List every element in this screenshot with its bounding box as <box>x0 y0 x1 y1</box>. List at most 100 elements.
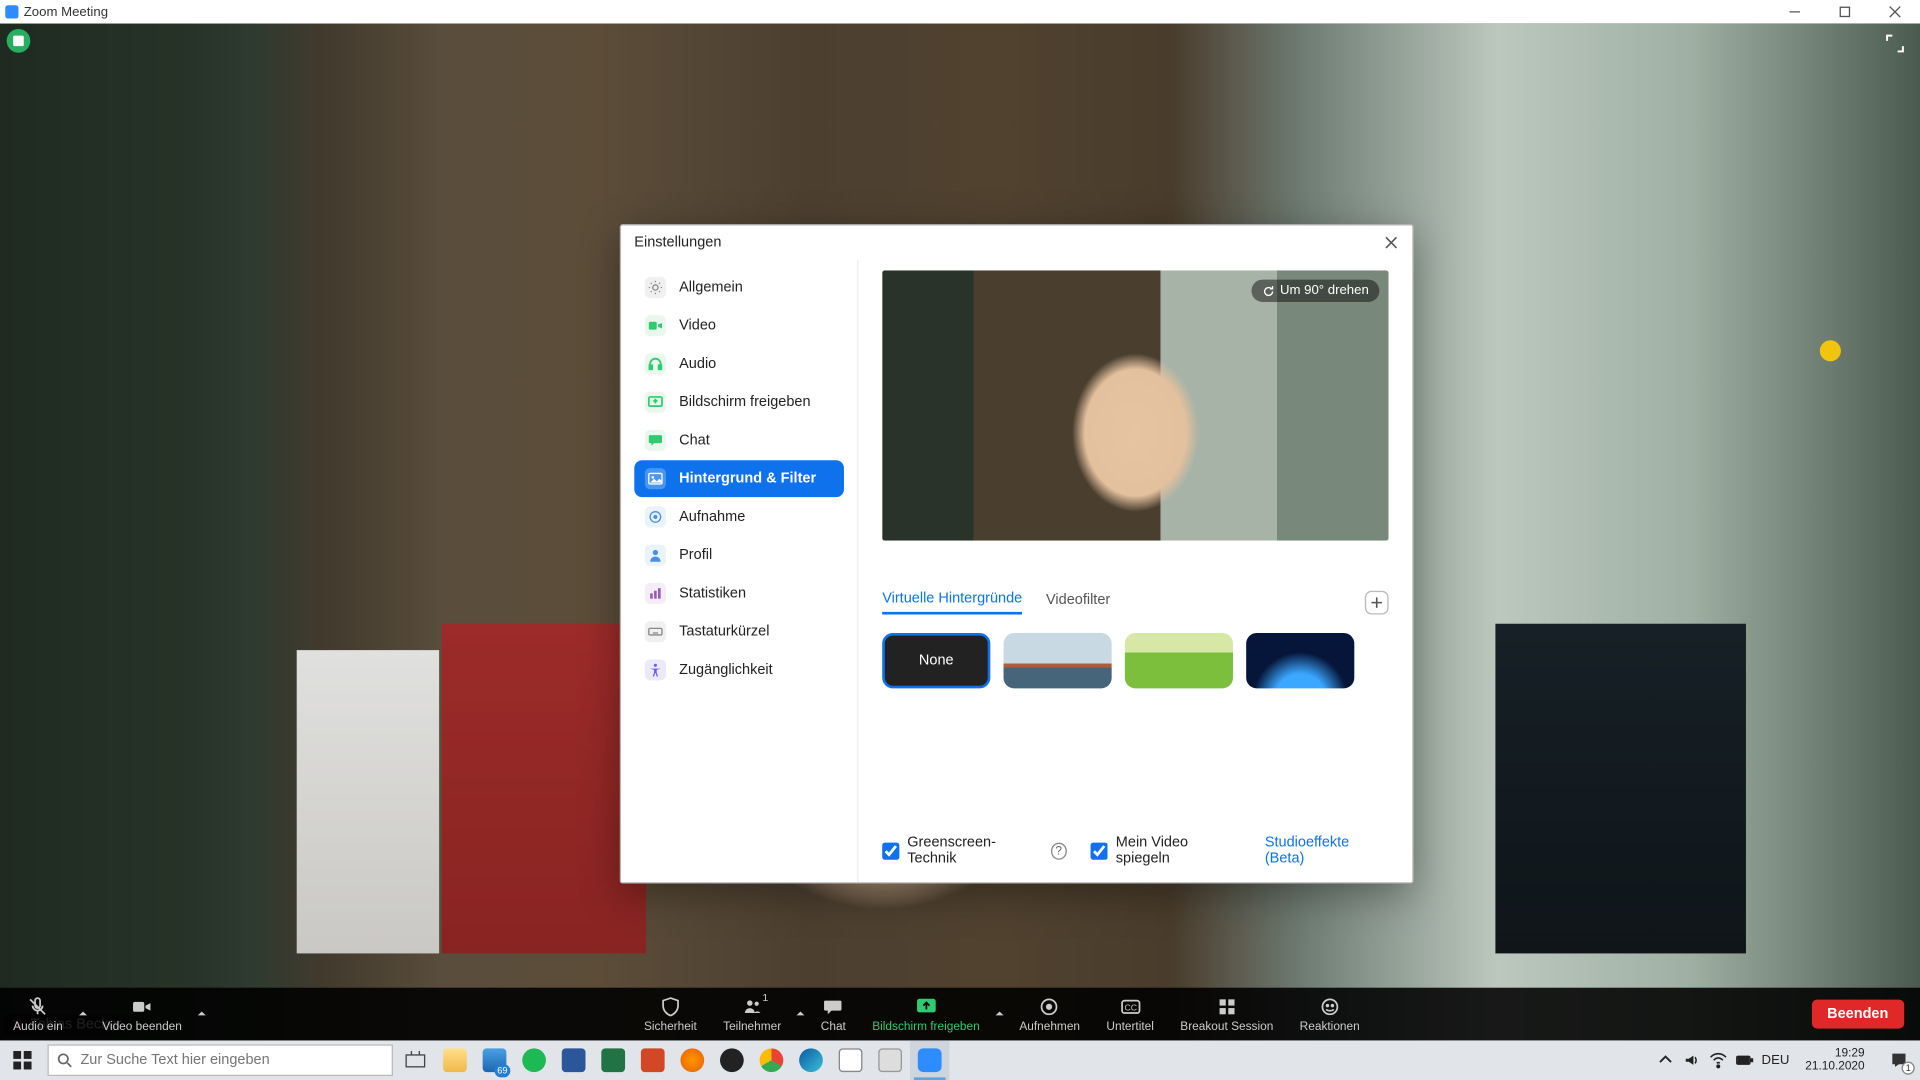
bg-option-grass[interactable] <box>1125 633 1233 688</box>
window-maximize-button[interactable] <box>1820 0 1870 24</box>
info-icon[interactable]: ? <box>1050 842 1067 859</box>
svg-text:CC: CC <box>1124 1003 1137 1013</box>
rotate-90-button[interactable]: Um 90° drehen <box>1251 280 1379 302</box>
greenscreen-input[interactable] <box>882 842 899 859</box>
tray-volume-icon[interactable] <box>1682 1051 1700 1069</box>
video-menu-caret[interactable] <box>195 1009 208 1020</box>
settings-title: Einstellungen <box>634 235 721 251</box>
taskbar-app-edge[interactable] <box>791 1040 831 1080</box>
nav-recording[interactable]: Aufnahme <box>634 498 844 535</box>
taskbar-app-generic[interactable] <box>870 1040 910 1080</box>
nav-chat[interactable]: Chat <box>634 422 844 459</box>
nav-statistics[interactable]: Statistiken <box>634 575 844 612</box>
nav-profile[interactable]: Profil <box>634 537 844 574</box>
nav-label: Statistiken <box>679 586 746 602</box>
bg-option-space[interactable] <box>1246 633 1354 688</box>
tray-clock[interactable]: 19:29 21.10.2020 <box>1797 1047 1872 1073</box>
breakout-button[interactable]: Breakout Session <box>1167 996 1286 1033</box>
nav-shortcuts[interactable]: Tastaturkürzel <box>634 613 844 650</box>
mirror-label: Mein Video spiegeln <box>1116 835 1241 867</box>
bg-none-label: None <box>919 653 954 669</box>
nav-video[interactable]: Video <box>634 307 844 344</box>
taskbar-app-spotify[interactable] <box>514 1040 554 1080</box>
profile-icon <box>645 545 666 566</box>
studio-effects-link[interactable]: Studioeffekte (Beta) <box>1265 835 1389 867</box>
gear-icon <box>645 277 666 298</box>
control-label: Reaktionen <box>1300 1019 1360 1032</box>
window-close-button[interactable] <box>1870 0 1920 24</box>
participants-count: 1 <box>762 991 768 1003</box>
taskbar-app-zoom[interactable] <box>910 1040 950 1080</box>
share-menu-caret[interactable] <box>993 1009 1006 1020</box>
background-tabs: Virtuelle Hintergründe Videofilter <box>882 591 1388 615</box>
tab-virtual-backgrounds[interactable]: Virtuelle Hintergründe <box>882 591 1022 615</box>
end-meeting-button[interactable]: Beenden <box>1811 1000 1904 1029</box>
control-label: Video beenden <box>102 1019 182 1032</box>
taskbar-app-chrome[interactable] <box>752 1040 792 1080</box>
record-icon <box>645 506 666 527</box>
mic-muted-icon <box>27 996 49 1018</box>
tab-video-filters[interactable]: Videofilter <box>1046 592 1110 613</box>
shield-icon <box>659 996 681 1018</box>
action-center-button[interactable]: 1 <box>1880 1040 1917 1080</box>
taskbar-app-excel[interactable] <box>593 1040 633 1080</box>
greenscreen-checkbox[interactable]: Greenscreen-Technik <box>882 835 1040 867</box>
participants-button[interactable]: Teilnehmer 1 <box>710 996 794 1033</box>
taskbar-app-explorer[interactable] <box>435 1040 475 1080</box>
security-button[interactable]: Sicherheit <box>631 996 710 1033</box>
bg-option-bridge[interactable] <box>1004 633 1112 688</box>
encryption-shield-icon[interactable] <box>7 29 31 53</box>
nav-share-screen[interactable]: Bildschirm freigeben <box>634 384 844 421</box>
search-input[interactable] <box>80 1052 383 1068</box>
grid-icon <box>1216 996 1238 1018</box>
record-button[interactable]: Aufnehmen <box>1006 996 1093 1033</box>
nav-accessibility[interactable]: Zugänglichkeit <box>634 651 844 688</box>
bg-option-none[interactable]: None <box>882 633 990 688</box>
start-button[interactable] <box>0 1040 45 1080</box>
reactions-button[interactable]: Reaktionen <box>1286 996 1372 1033</box>
tray-battery-icon[interactable] <box>1735 1051 1753 1069</box>
task-view-button[interactable] <box>396 1040 436 1080</box>
video-button[interactable]: Video beenden <box>89 996 195 1033</box>
taskbar-search[interactable] <box>47 1044 392 1076</box>
taskbar-app-word[interactable] <box>554 1040 594 1080</box>
nav-label: Audio <box>679 356 716 372</box>
nav-label: Video <box>679 318 716 334</box>
share-screen-button[interactable]: Bildschirm freigeben <box>859 996 993 1033</box>
chat-icon <box>645 430 666 451</box>
video-icon <box>645 315 666 336</box>
taskbar-app-firefox[interactable] <box>673 1040 713 1080</box>
window-minimize-button[interactable] <box>1770 0 1820 24</box>
audio-button[interactable]: Audio ein <box>0 996 76 1033</box>
taskbar-app-powerpoint[interactable] <box>633 1040 673 1080</box>
video-preview: Um 90° drehen <box>882 270 1388 540</box>
taskbar: 69 DEU 19:29 21.10.2020 1 <box>0 1040 1920 1080</box>
taskbar-app-mail[interactable]: 69 <box>475 1040 515 1080</box>
participants-menu-caret[interactable] <box>794 1009 807 1020</box>
audio-menu-caret[interactable] <box>76 1009 89 1020</box>
control-label: Chat <box>821 1019 846 1032</box>
mirror-video-checkbox[interactable]: Mein Video spiegeln <box>1091 835 1241 867</box>
enter-fullscreen-icon[interactable] <box>1886 34 1904 52</box>
tray-language[interactable]: DEU <box>1762 1053 1790 1068</box>
nav-label: Tastaturkürzel <box>679 624 769 640</box>
tray-network-icon[interactable] <box>1709 1051 1727 1069</box>
nav-background-filters[interactable]: Hintergrund & Filter <box>634 460 844 497</box>
nav-label: Bildschirm freigeben <box>679 394 810 410</box>
decor-dot <box>1820 340 1841 361</box>
nav-audio[interactable]: Audio <box>634 345 844 382</box>
settings-titlebar: Einstellungen <box>621 225 1412 259</box>
share-screen-icon <box>645 392 666 413</box>
chat-button[interactable]: Chat <box>808 996 859 1033</box>
nav-label: Allgemein <box>679 280 743 296</box>
book-decor <box>1495 624 1746 954</box>
tray-overflow-icon[interactable] <box>1656 1051 1674 1069</box>
close-icon[interactable] <box>1378 229 1404 255</box>
add-background-button[interactable] <box>1365 591 1389 615</box>
taskbar-app-notepad[interactable] <box>831 1040 871 1080</box>
taskbar-app-obs[interactable] <box>712 1040 752 1080</box>
nav-general[interactable]: Allgemein <box>634 269 844 306</box>
cc-button[interactable]: CC Untertitel <box>1093 996 1167 1033</box>
mirror-input[interactable] <box>1091 842 1108 859</box>
control-label: Aufnehmen <box>1019 1019 1080 1032</box>
